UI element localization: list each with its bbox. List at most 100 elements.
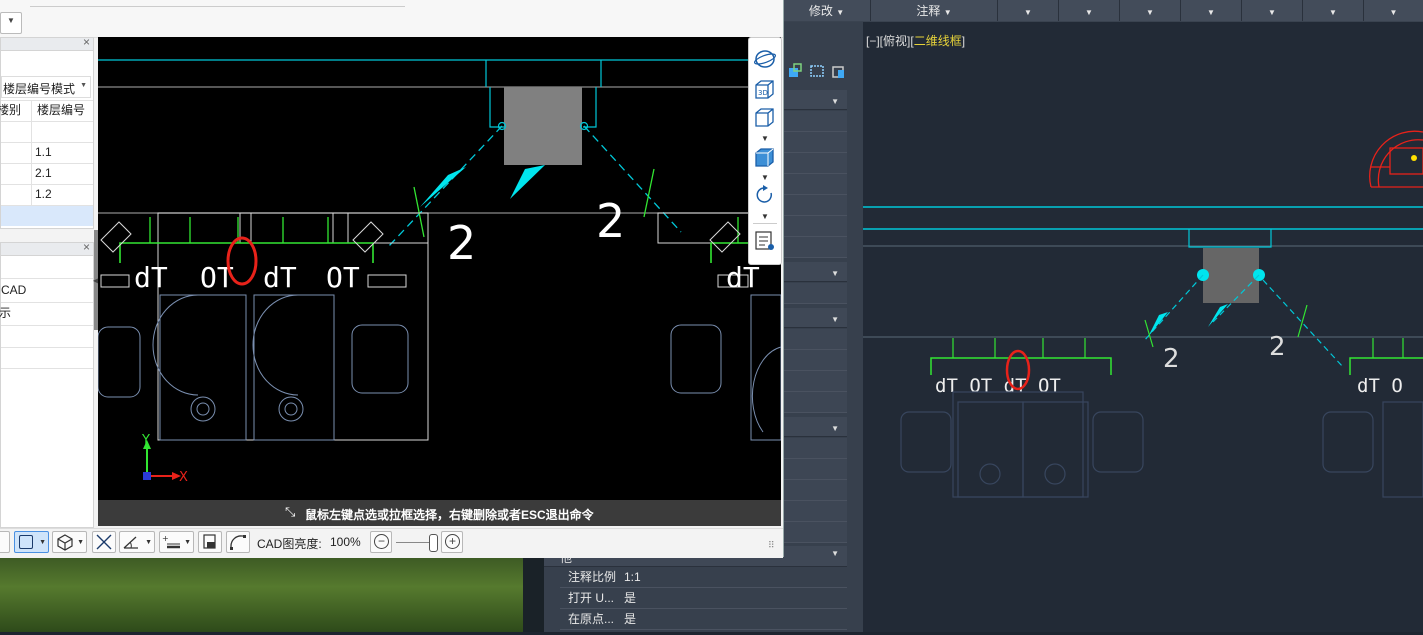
ribbon-tab-annotate-label: 注释 — [916, 4, 941, 18]
iso-cube-icon[interactable] — [753, 146, 777, 168]
chevron-down-icon[interactable]: ▼ — [761, 173, 769, 182]
ribbon-dropdown-5[interactable]: ▼ — [1242, 0, 1303, 21]
list-item[interactable]: 示 — [0, 303, 93, 325]
chevron-down-icon: ▼ — [1207, 8, 1215, 17]
cad-settings-panel: × CAD 示 — [0, 240, 94, 528]
front-cube-icon[interactable] — [753, 106, 777, 128]
palette-row[interactable] — [783, 392, 847, 413]
3d-view-icon[interactable]: 3D — [753, 78, 777, 100]
select-rect-button[interactable]: ▼ — [14, 531, 49, 553]
view-label-prefix: [−][俯视][ — [866, 34, 914, 48]
chevron-down-icon[interactable]: ▼ — [761, 212, 769, 221]
palette-row[interactable] — [783, 111, 847, 132]
ribbon-dropdown-6[interactable]: ▼ — [1303, 0, 1364, 21]
toolbar-button[interactable] — [0, 531, 10, 553]
background-drawing-viewport[interactable]: 2 2 dT OT dT OT dT O — [863, 22, 1423, 632]
svg-text:dT OT dT OT: dT OT dT OT — [935, 375, 1061, 397]
palette-row[interactable] — [783, 459, 847, 480]
line-weight-icon: + — [162, 534, 180, 549]
top-dropdown[interactable]: ▼ — [0, 12, 22, 34]
canvas-label-dt: dT — [263, 261, 297, 294]
brightness-increase-button[interactable]: + — [441, 531, 463, 553]
floor-mode-select[interactable]: 楼层编号模式 ▼ — [1, 76, 91, 98]
palette-row[interactable] — [783, 371, 847, 392]
palette-row[interactable] — [783, 237, 847, 258]
canvas-label-dt: dT — [134, 261, 168, 294]
property-key: 注释比例 — [568, 570, 617, 584]
palette-row[interactable] — [783, 216, 847, 237]
ribbon-dropdown-2[interactable]: ▼ — [1059, 0, 1120, 21]
chevron-down-icon: ▼ — [39, 539, 46, 546]
ribbon-dropdown-7[interactable]: ▼ — [1364, 0, 1423, 21]
palette-section-toggle[interactable]: ▼ — [783, 262, 847, 282]
rotate-icon[interactable] — [753, 184, 777, 206]
palette-row[interactable] — [783, 480, 847, 501]
table-row-selected[interactable] — [1, 206, 93, 226]
close-icon[interactable]: × — [83, 240, 90, 254]
curve-icon — [230, 535, 246, 550]
chevron-down-icon: ▼ — [831, 97, 839, 106]
line-weight-button[interactable]: + ▼ — [159, 531, 194, 553]
viewport-view-label[interactable]: [−][俯视][二维线框] — [866, 32, 965, 49]
palette-row[interactable] — [783, 501, 847, 522]
palette-row[interactable] — [783, 438, 847, 459]
table-cell: 1.1 — [35, 145, 52, 159]
ribbon-dropdown-3[interactable]: ▼ — [1120, 0, 1181, 21]
chevron-down-icon[interactable]: ▼ — [761, 134, 769, 143]
table-row[interactable]: 1.1 — [1, 143, 93, 163]
table-cell: 1.2 — [35, 187, 52, 201]
panel-header: × — [1, 35, 93, 51]
orbit-icon[interactable] — [753, 48, 777, 70]
ribbon-tab-annotate[interactable]: 注释 ▼ — [871, 0, 998, 21]
view-label-suffix: ] — [961, 34, 966, 48]
palette-row[interactable] — [783, 153, 847, 174]
resize-grip-icon[interactable]: ⠿ — [768, 540, 775, 551]
palette-row[interactable] — [783, 522, 847, 543]
table-row[interactable]: 1.2 — [1, 185, 93, 205]
palette-row[interactable] — [783, 132, 847, 153]
cube-icon — [57, 534, 73, 551]
desktop-gap — [523, 557, 544, 632]
palette-row[interactable] — [783, 350, 847, 371]
list-item[interactable] — [1, 348, 93, 368]
property-row-annotation-scale[interactable]: 注释比例 1:1 — [560, 567, 847, 588]
layer-list-icon[interactable] — [753, 230, 777, 252]
angle-button[interactable]: ▼ — [119, 531, 155, 553]
curve-button[interactable] — [226, 531, 250, 553]
chevron-down-icon: ▼ — [1146, 8, 1154, 17]
close-icon[interactable]: × — [83, 35, 90, 49]
view-cube-button[interactable]: ▼ — [52, 531, 87, 553]
cad-canvas[interactable]: 2 2 dT OT dT OT dT Y X — [97, 37, 782, 526]
background-drawing: 2 2 dT OT dT OT dT O — [863, 130, 1423, 498]
brightness-slider-thumb[interactable] — [429, 534, 438, 552]
axis-y-label: Y — [141, 433, 150, 448]
list-item[interactable] — [1, 326, 93, 348]
ribbon-tab-modify[interactable]: 修改 ▼ — [783, 0, 871, 21]
palette-row[interactable] — [783, 329, 847, 350]
palette-row[interactable] — [783, 283, 847, 304]
palette-row[interactable] — [783, 195, 847, 216]
cad-drawing: 2 2 dT OT dT OT dT Y X — [97, 59, 782, 485]
canvas-label-dt: dT — [726, 261, 760, 294]
minus-circle-icon: − — [374, 534, 389, 549]
table-row[interactable] — [1, 122, 93, 142]
ribbon-dropdown-4[interactable]: ▼ — [1181, 0, 1242, 21]
chevron-down-icon: ▼ — [1329, 8, 1337, 17]
palette-section-toggle[interactable]: ▼ — [783, 417, 847, 437]
property-row-at-origin[interactable]: 在原点... 是 — [560, 609, 847, 630]
list-item[interactable]: CAD — [1, 279, 93, 301]
cross-button[interactable] — [92, 531, 116, 553]
divider — [1, 368, 93, 369]
chevron-down-icon: ▼ — [77, 539, 84, 546]
table-row[interactable]: 2.1 — [1, 164, 93, 184]
palette-section-toggle[interactable]: ▼ — [783, 90, 847, 110]
palette-row[interactable] — [783, 174, 847, 195]
view-tools-toolbar: 3D ▼ ▼ ▼ — [748, 37, 782, 265]
dim-label: 2 — [596, 194, 625, 248]
ribbon-dropdown-1[interactable]: ▼ — [998, 0, 1059, 21]
view-label-style[interactable]: 二维线框 — [914, 34, 962, 48]
export-button[interactable] — [198, 531, 222, 553]
palette-section-toggle[interactable]: ▼ — [783, 308, 847, 328]
property-row-open-ucs[interactable]: 打开 U... 是 — [560, 588, 847, 609]
brightness-decrease-button[interactable]: − — [370, 531, 392, 553]
